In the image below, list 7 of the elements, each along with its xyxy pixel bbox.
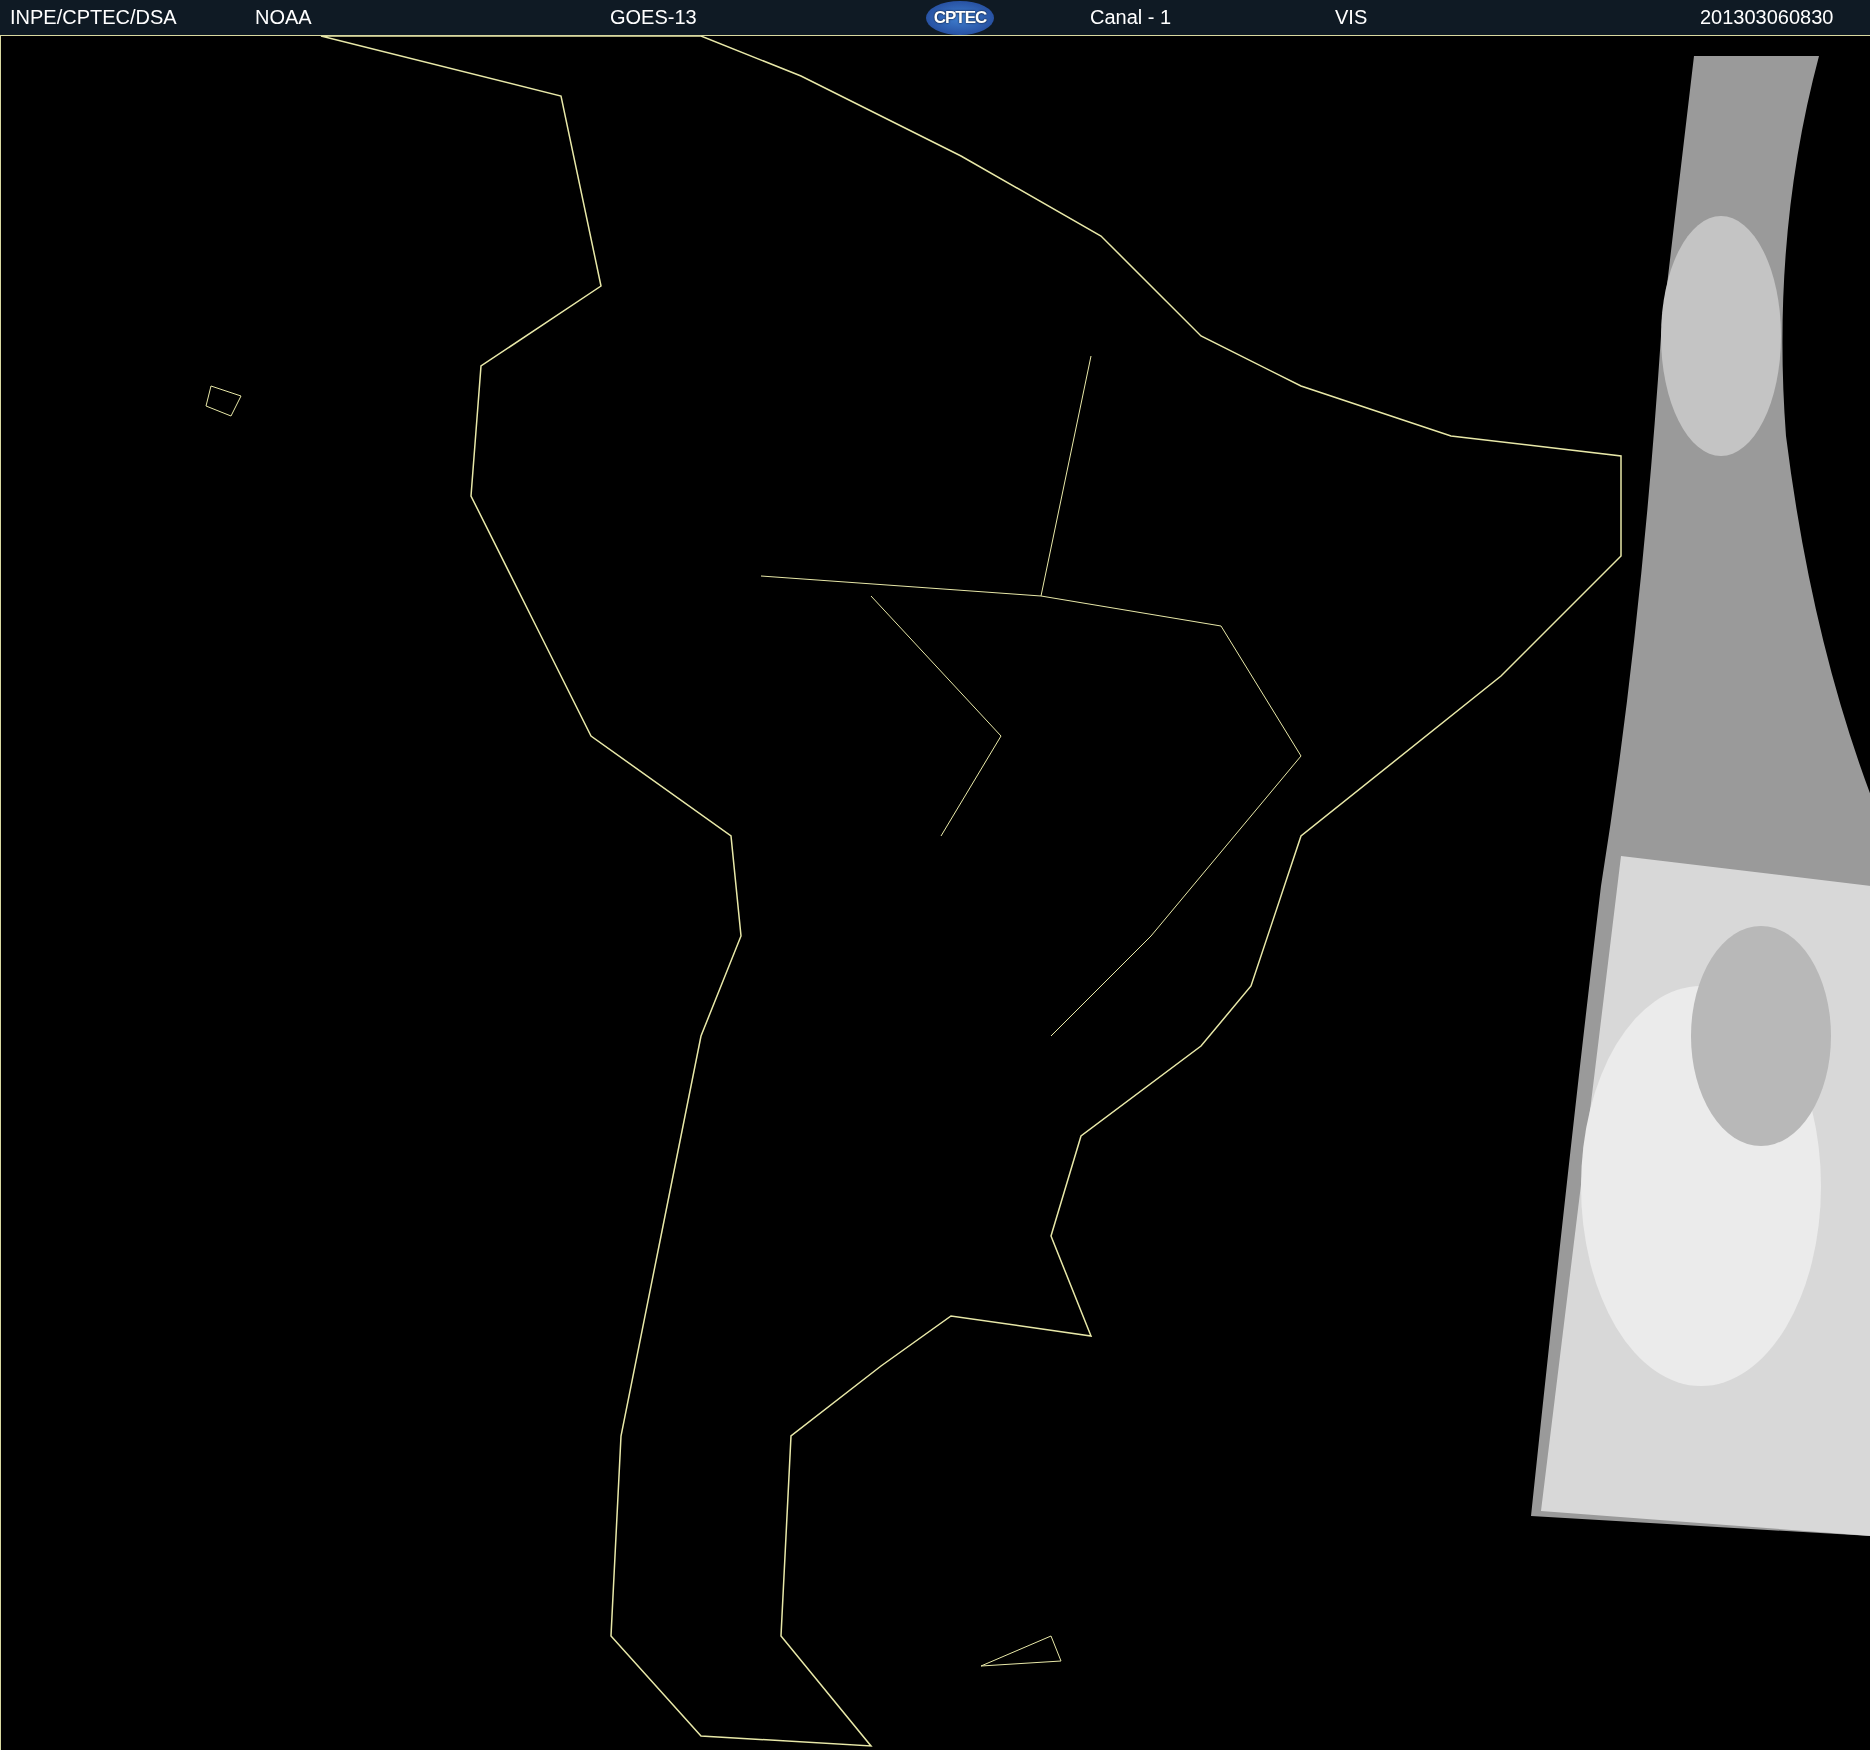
satellite-label: GOES-13 — [610, 6, 698, 29]
timestamp-label: 201303060830 — [1700, 6, 1835, 29]
band-label: VIS — [1335, 6, 1369, 29]
logo: CPTEC — [926, 0, 994, 35]
agency-label: NOAA — [255, 6, 313, 29]
source-label: INPE/CPTEC/DSA — [10, 6, 178, 29]
channel-label: Canal - 1 — [1090, 6, 1173, 29]
